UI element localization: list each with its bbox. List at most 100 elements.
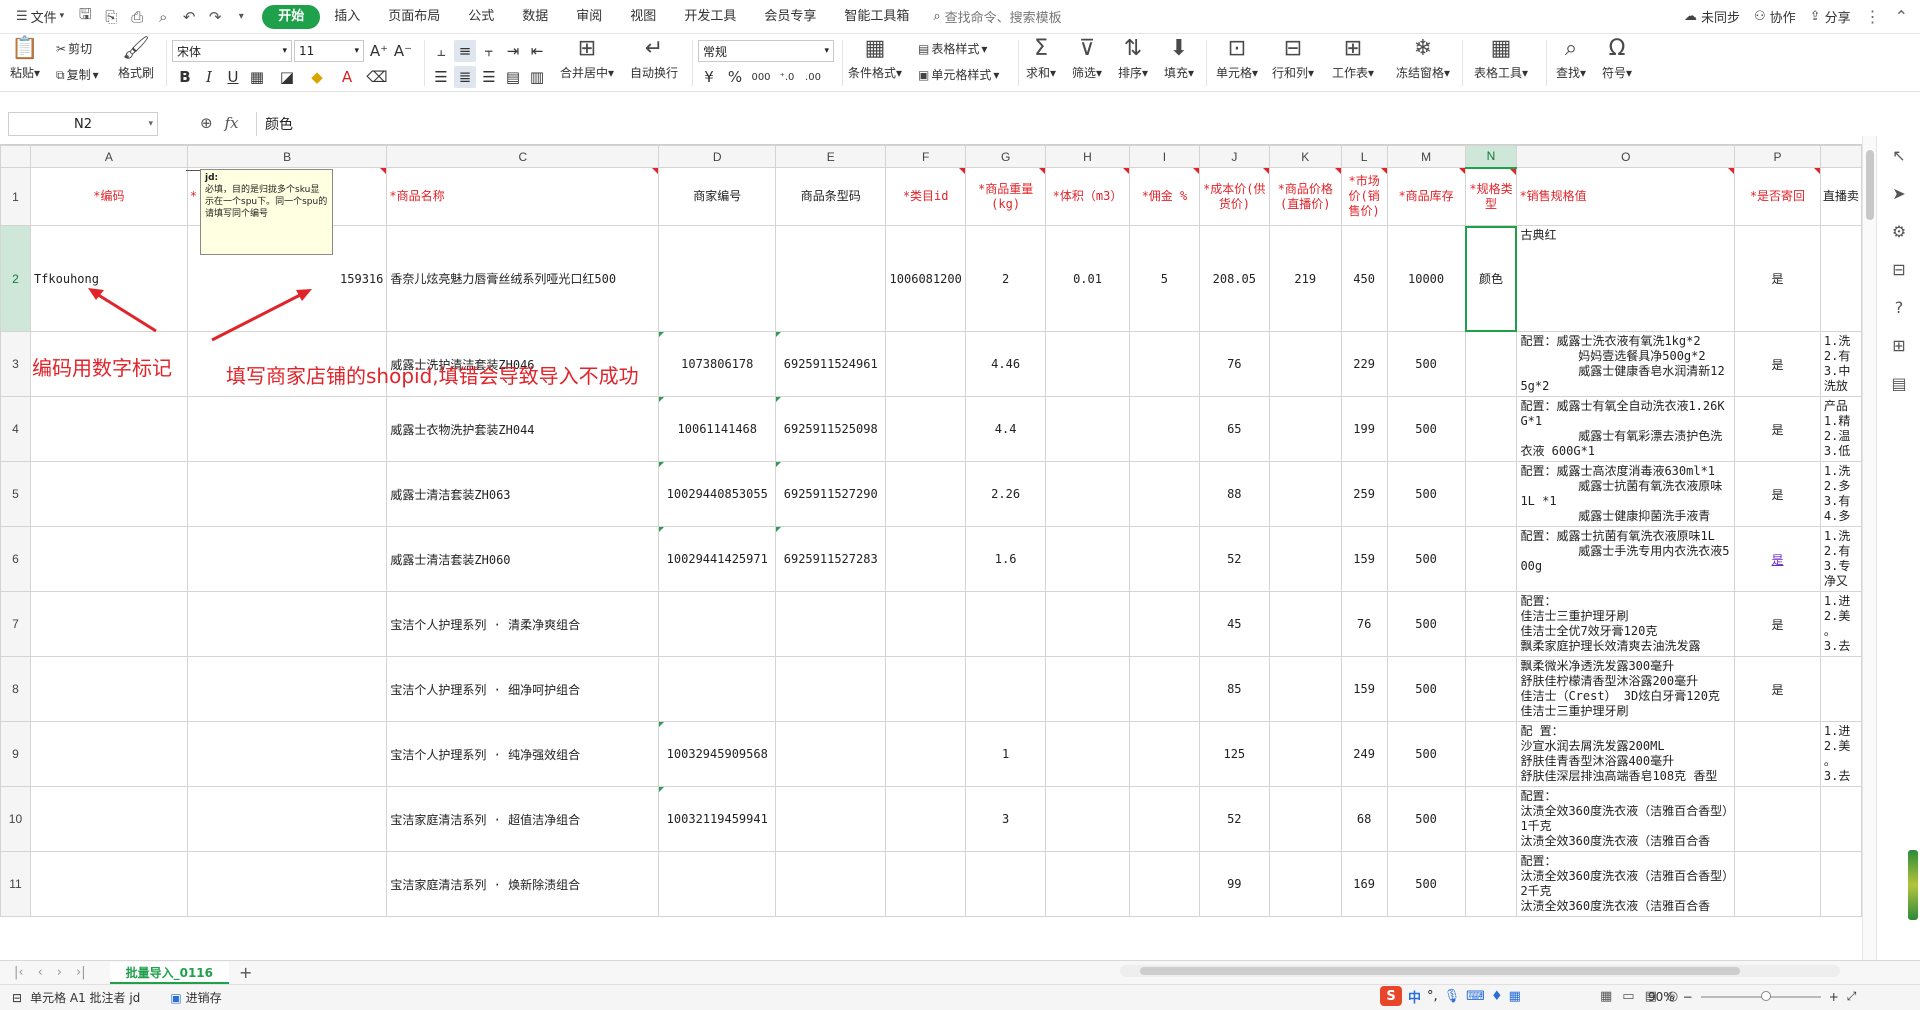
cell-B8[interactable] [186, 656, 388, 722]
zoom-in-icon[interactable]: + [1829, 990, 1839, 1004]
cell-shade-icon[interactable]: ◪ [276, 66, 298, 88]
print-icon[interactable]: ⎙ [124, 4, 150, 30]
cell-A6[interactable] [29, 526, 188, 592]
cell-O5[interactable]: 配置：威露士高浓度消毒液630ml*1 威露士抗菌有氧洗衣液原味 1L *1 威… [1516, 461, 1736, 527]
cell-K8[interactable] [1268, 656, 1342, 722]
cell-O7[interactable]: 配置： 佳洁士三重护理牙刷 佳洁士全优7效牙膏120克 飘柔家庭护理长效清爽去油… [1516, 591, 1736, 657]
cell-G9[interactable]: 1 [965, 721, 1047, 787]
cell-I2[interactable]: 5 [1128, 225, 1200, 332]
cell-E11[interactable] [775, 851, 887, 917]
cell-H8[interactable] [1045, 656, 1130, 722]
cell-D2[interactable] [658, 225, 777, 332]
cell-F5[interactable] [885, 461, 967, 527]
font-name-select[interactable]: 宋体 ▾ [172, 40, 292, 62]
formula-input[interactable]: 颜色 [256, 112, 1874, 136]
cell-E6[interactable]: 6925911527283 [775, 526, 887, 592]
cell-J9[interactable]: 125 [1198, 721, 1270, 787]
cell-K7[interactable] [1268, 591, 1342, 657]
cell-G6[interactable]: 1.6 [965, 526, 1047, 592]
cell-M7[interactable]: 500 [1386, 591, 1466, 657]
row-header[interactable]: 7 [0, 591, 31, 657]
align-right-icon[interactable]: ☰ [478, 66, 500, 88]
percent-icon[interactable]: % [724, 66, 746, 88]
cell-M10[interactable]: 500 [1386, 786, 1466, 852]
cell-F8[interactable] [885, 656, 967, 722]
tab-member[interactable]: 会员专享 [750, 5, 830, 29]
wrap-text-button[interactable]: ↵ 自动换行 [630, 36, 678, 81]
tab-insert[interactable]: 插入 [320, 5, 374, 29]
cell-H4[interactable] [1045, 396, 1130, 462]
cell-G10[interactable]: 3 [965, 786, 1047, 852]
cell-D10[interactable]: 10032119459941 [658, 786, 777, 852]
sync-status-button[interactable]: ☁ 未同步 [1684, 7, 1740, 26]
cell-N1[interactable]: *规格类型 [1464, 167, 1518, 226]
cell-H10[interactable] [1045, 786, 1130, 852]
align-bottom-icon[interactable]: ⫟ [478, 40, 500, 62]
border-icon[interactable]: ▦ [246, 66, 268, 88]
cell-C8[interactable]: 宝洁个人护理系列 · 细净呵护组合 [386, 656, 660, 722]
zoom-level[interactable]: 90% [1648, 990, 1675, 1004]
cell-N4[interactable] [1464, 396, 1518, 462]
filter-panel-icon[interactable]: ⚙ [1877, 212, 1920, 250]
table-style-button[interactable]: ▤ 表格样式 ▾ [918, 40, 987, 57]
redo-icon[interactable]: ↷ [202, 4, 228, 30]
cell-D11[interactable] [658, 851, 777, 917]
col-header-P[interactable]: P [1734, 145, 1821, 168]
name-box[interactable]: N2 ▾ [8, 112, 158, 136]
cell-J8[interactable]: 85 [1198, 656, 1270, 722]
worksheet-button[interactable]: ⊞ 工作表▾ [1332, 36, 1374, 81]
cell-P3[interactable]: 是 [1734, 331, 1821, 397]
col-header-M[interactable]: M [1386, 145, 1466, 168]
cell-C1[interactable]: *商品名称 [386, 167, 660, 226]
cell-M11[interactable]: 500 [1386, 851, 1466, 917]
paste-button[interactable]: 📋 粘贴▾ [10, 36, 40, 81]
toolbox-icon[interactable]: ▦ [1509, 989, 1521, 1004]
command-search[interactable]: ⌕ 查找命令、搜索模板 [933, 7, 1061, 26]
cell-P8[interactable]: 是 [1734, 656, 1821, 722]
cell-J1[interactable]: *成本价(供货价) [1198, 167, 1270, 226]
cell-F2[interactable]: 1006081200 [885, 225, 967, 332]
cell-L8[interactable]: 159 [1340, 656, 1388, 722]
cell-F3[interactable] [885, 331, 967, 397]
outdent-icon[interactable]: ⇤ [526, 40, 548, 62]
sogou-logo-icon[interactable]: S [1380, 986, 1402, 1006]
cell-A5[interactable] [29, 461, 188, 527]
filter-button[interactable]: ⊽ 筛选▾ [1072, 36, 1102, 81]
cell-A11[interactable] [29, 851, 188, 917]
cell-M9[interactable]: 500 [1386, 721, 1466, 787]
cell-C9[interactable]: 宝洁个人护理系列 · 纯净强效组合 [386, 721, 660, 787]
col-header-E[interactable]: E [775, 145, 887, 168]
cell-G2[interactable]: 2 [965, 225, 1047, 332]
cell-A8[interactable] [29, 656, 188, 722]
file-menu-button[interactable]: ☰ 文件 ▾ [8, 4, 72, 30]
cell-Q3[interactable]: 1.洗 2.有 3.中 洗放 [1819, 331, 1862, 397]
chart-icon[interactable]: ▤ [1877, 364, 1920, 402]
col-header-O[interactable]: O [1516, 145, 1736, 168]
cell-H6[interactable] [1045, 526, 1130, 592]
cell-Q7[interactable]: 1.进 2.美 。 3.去 [1819, 591, 1862, 657]
col-header-F[interactable]: F [885, 145, 967, 168]
cell-I6[interactable] [1128, 526, 1200, 592]
cell-B9[interactable] [186, 721, 388, 787]
cell-M4[interactable]: 500 [1386, 396, 1466, 462]
zoom-slider-knob[interactable] [1760, 990, 1771, 1001]
cell-J7[interactable]: 45 [1198, 591, 1270, 657]
row-column-button[interactable]: ⊟ 行和列▾ [1272, 36, 1314, 81]
scroll-thumb[interactable] [1866, 150, 1874, 220]
status-toggle-icon[interactable]: ⊟ [12, 991, 22, 1005]
tab-review[interactable]: 审阅 [562, 5, 616, 29]
cell-K10[interactable] [1268, 786, 1342, 852]
cell-E2[interactable] [775, 225, 887, 332]
cell-O9[interactable]: 配 置： 沙宣水润去屑洗发露200ML 舒肤佳青香型沐浴露400毫升 舒肤佳深层… [1516, 721, 1736, 787]
cell-L3[interactable]: 229 [1340, 331, 1388, 397]
cell-C6[interactable]: 威露士清洁套装ZH060 [386, 526, 660, 592]
cell-I5[interactable] [1128, 461, 1200, 527]
cell-A7[interactable] [29, 591, 188, 657]
cell-A9[interactable] [29, 721, 188, 787]
symbol-button[interactable]: Ω 符号▾ [1602, 36, 1632, 81]
cell-N6[interactable] [1464, 526, 1518, 592]
help-icon[interactable]: ? [1877, 288, 1920, 326]
cell-I4[interactable] [1128, 396, 1200, 462]
col-header-N[interactable]: N [1464, 145, 1518, 169]
cell-J11[interactable]: 99 [1198, 851, 1270, 917]
